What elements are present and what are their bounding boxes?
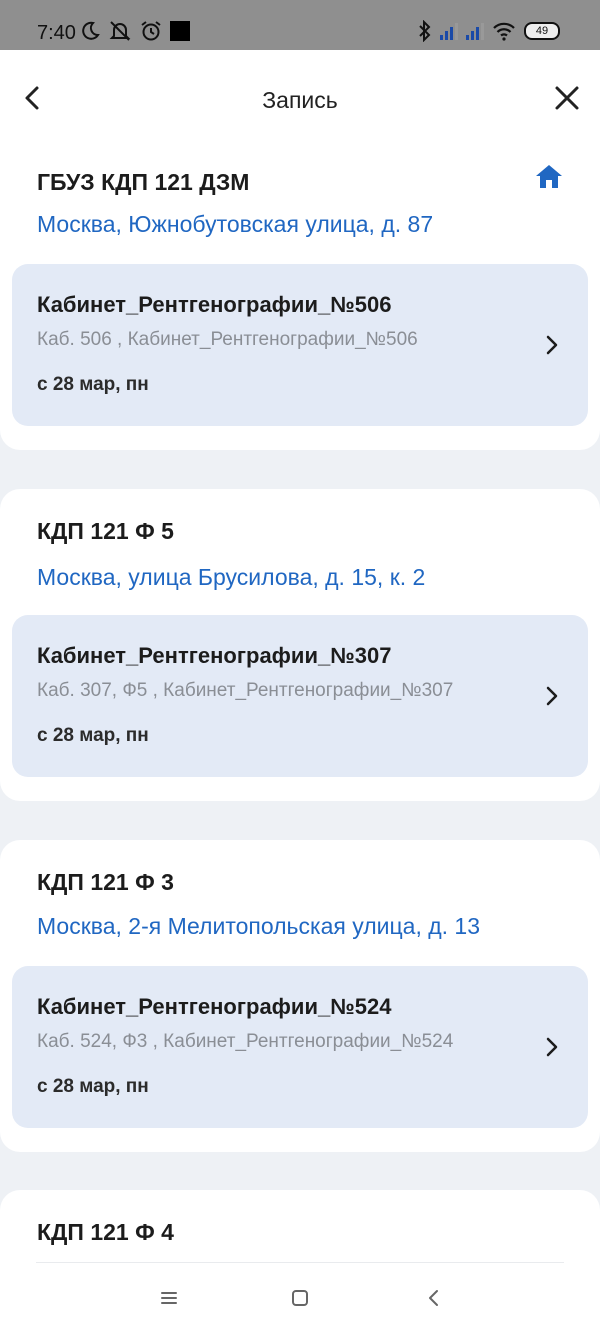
room-subtitle: Каб. 506 , Кабинет_Рентгенографии_№506 <box>37 329 418 350</box>
nav-divider <box>36 1262 564 1263</box>
menu-icon[interactable] <box>155 1284 183 1312</box>
close-icon <box>555 86 579 110</box>
status-bar: 7:40 49 <box>0 0 600 50</box>
location-card: ГБУЗ КДП 121 ДЗМ Москва, Южнобутовская у… <box>0 128 600 450</box>
room-item[interactable]: Кабинет_Рентгенографии_№506 Каб. 506 , К… <box>12 264 588 426</box>
room-date: с 28 мар, пн <box>37 725 149 746</box>
room-item[interactable]: Кабинет_Рентгенографии_№524 Каб. 524, Ф3… <box>12 966 588 1128</box>
moon-icon <box>82 21 100 40</box>
chevron-right-icon <box>546 1037 558 1057</box>
room-title: Кабинет_Рентгенографии_№307 <box>37 643 392 668</box>
location-name: КДП 121 Ф 5 <box>37 518 174 544</box>
battery-icon: 49 <box>524 22 560 40</box>
wifi-icon <box>493 22 515 41</box>
status-time: 7:40 <box>37 22 76 44</box>
notifications-off-icon <box>109 21 131 41</box>
bluetooth-icon <box>419 20 431 42</box>
page-title: Запись <box>262 87 338 113</box>
location-name: КДП 121 Ф 4 <box>37 1219 174 1245</box>
status-icons-left <box>80 20 190 42</box>
location-address[interactable]: Москва, Южнобутовская улица, д. 87 <box>37 210 433 238</box>
room-date: с 28 мар, пн <box>37 374 149 395</box>
room-subtitle: Каб. 307, Ф5 , Кабинет_Рентгенографии_№3… <box>37 680 454 701</box>
chevron-right-icon <box>546 335 558 355</box>
home-square-icon[interactable] <box>286 1284 314 1312</box>
signal-icon <box>440 22 458 40</box>
alarm-icon <box>141 21 161 41</box>
location-name: КДП 121 Ф 3 <box>37 869 174 895</box>
black-square-icon <box>170 21 190 41</box>
signal-icon <box>466 22 484 40</box>
location-address[interactable]: Москва, улица Брусилова, д. 15, к. 2 <box>37 563 425 591</box>
close-button[interactable] <box>552 82 582 114</box>
room-title: Кабинет_Рентгенографии_№524 <box>37 994 392 1019</box>
back-icon[interactable] <box>420 1284 448 1312</box>
room-title: Кабинет_Рентгенографии_№506 <box>37 292 392 317</box>
chevron-right-icon <box>546 686 558 706</box>
room-date: с 28 мар, пн <box>37 1076 149 1097</box>
room-subtitle: Каб. 524, Ф3 , Кабинет_Рентгенографии_№5… <box>37 1031 454 1052</box>
status-icons-right: 49 <box>418 20 560 42</box>
room-item[interactable]: Кабинет_Рентгенографии_№307 Каб. 307, Ф5… <box>12 615 588 777</box>
location-card: КДП 121 Ф 3 Москва, 2-я Мелитопольская у… <box>0 840 600 1152</box>
home-icon[interactable] <box>534 162 564 192</box>
location-address[interactable]: Москва, 2-я Мелитопольская улица, д. 13 <box>37 912 480 940</box>
location-card: КДП 121 Ф 5 Москва, улица Брусилова, д. … <box>0 489 600 801</box>
system-nav-bar <box>0 1262 600 1332</box>
location-name: ГБУЗ КДП 121 ДЗМ <box>37 169 250 195</box>
